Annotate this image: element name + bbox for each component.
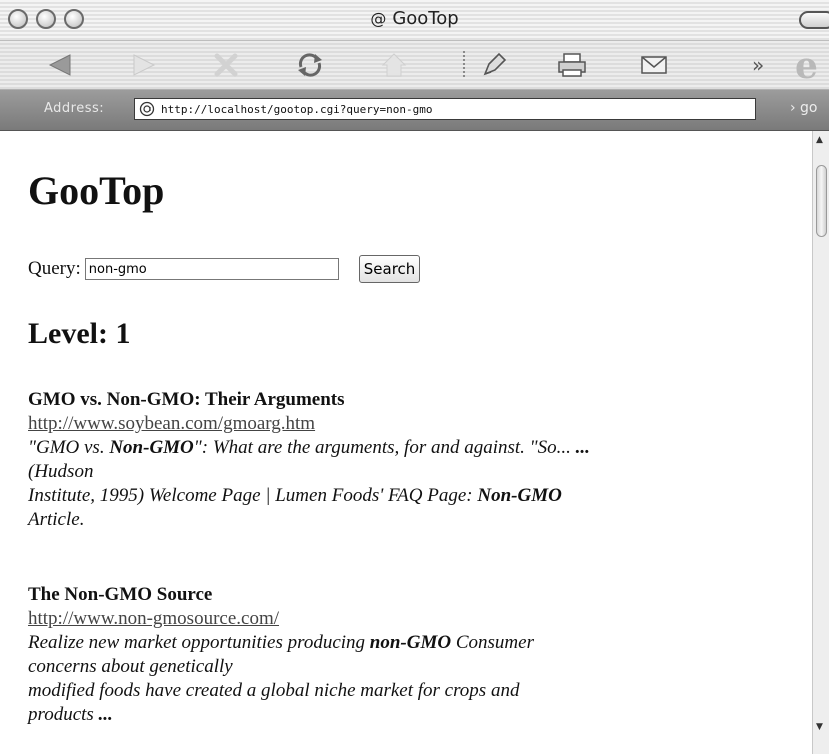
go-button[interactable]: › go bbox=[790, 100, 818, 116]
back-button[interactable] bbox=[40, 47, 80, 83]
page-favicon-icon bbox=[139, 101, 155, 117]
browser-logo-icon: e bbox=[795, 45, 818, 87]
back-icon bbox=[48, 54, 71, 76]
page-title: GooTop bbox=[28, 168, 165, 213]
snippet-text: "GMO vs. bbox=[28, 437, 110, 458]
scroll-down-arrow-icon[interactable]: ▼ bbox=[816, 722, 823, 732]
snippet-text: modified foods have created a global nic… bbox=[28, 680, 520, 701]
scroll-up-arrow-icon[interactable]: ▲ bbox=[816, 135, 823, 145]
search-button[interactable]: Search bbox=[358, 255, 421, 283]
snippet-highlight: non-GMO bbox=[369, 632, 452, 653]
snippet-text: ": What are the arguments, for and again… bbox=[193, 437, 576, 458]
window-title-text: GooTop bbox=[392, 8, 459, 29]
address-label: Address: bbox=[44, 101, 105, 116]
snippet-text: products bbox=[28, 704, 99, 725]
address-field[interactable] bbox=[134, 98, 756, 120]
page-content: GooTop Query: Search Level: 1 GMO vs. No… bbox=[0, 131, 812, 754]
toolbar-separator bbox=[463, 51, 465, 79]
browser-toolbar: » e bbox=[0, 41, 829, 90]
snippet-text: (Hudson bbox=[28, 461, 94, 482]
snippet-text: concerns about genetically bbox=[28, 656, 233, 677]
autofill-icon bbox=[483, 52, 507, 76]
result-snippet: "GMO vs. Non-GMO": What are the argument… bbox=[28, 436, 798, 532]
refresh-button[interactable] bbox=[290, 47, 330, 83]
stop-button[interactable] bbox=[206, 47, 246, 83]
level-heading: Level: 1 bbox=[28, 317, 131, 350]
refresh-icon bbox=[298, 53, 322, 77]
print-icon bbox=[558, 53, 586, 77]
snippet-highlight: ... bbox=[98, 704, 113, 725]
forward-icon bbox=[133, 54, 156, 76]
autofill-button[interactable] bbox=[474, 47, 514, 83]
snippet-highlight: Non-GMO bbox=[109, 437, 194, 458]
result-snippet: Realize new market opportunities produci… bbox=[28, 631, 798, 727]
result-link[interactable]: http://www.non-gmosource.com/ bbox=[28, 607, 798, 631]
toolbar-toggle-button[interactable] bbox=[799, 11, 829, 29]
forward-button[interactable] bbox=[124, 47, 164, 83]
stop-icon bbox=[214, 53, 238, 77]
mail-button[interactable] bbox=[634, 47, 674, 83]
address-input[interactable] bbox=[161, 102, 741, 116]
query-label: Query: bbox=[28, 258, 81, 279]
snippet-text: Article. bbox=[28, 509, 85, 530]
print-button[interactable] bbox=[552, 47, 592, 83]
result-link[interactable]: http://www.soybean.com/gmoarg.htm bbox=[28, 412, 798, 436]
scroll-thumb[interactable] bbox=[816, 165, 827, 237]
result-title: GMO vs. Non-GMO: Their Arguments bbox=[28, 389, 345, 410]
home-icon bbox=[381, 53, 407, 77]
toolbar-overflow-icon[interactable]: » bbox=[752, 53, 764, 77]
address-bar: Address: › go bbox=[0, 90, 829, 131]
snippet-highlight: ... bbox=[575, 437, 590, 458]
result-title: The Non-GMO Source bbox=[28, 584, 213, 605]
site-icon: @ bbox=[370, 9, 387, 28]
snippet-text: Realize new market opportunities produci… bbox=[28, 632, 370, 653]
mail-icon bbox=[641, 56, 667, 74]
snippet-text: Institute, 1995) Welcome Page | Lumen Fo… bbox=[28, 485, 478, 506]
query-input[interactable] bbox=[84, 258, 339, 280]
result-item: GMO vs. Non-GMO: Their Arguments http://… bbox=[28, 388, 798, 532]
snippet-text: Consumer bbox=[451, 632, 534, 653]
result-item: The Non-GMO Source http://www.non-gmosou… bbox=[28, 583, 798, 727]
snippet-highlight: Non-GMO bbox=[477, 485, 562, 506]
title-bar: @ GooTop bbox=[0, 0, 829, 41]
search-form: Query: Search bbox=[28, 255, 421, 283]
window-title: @ GooTop bbox=[0, 8, 829, 29]
vertical-scrollbar[interactable]: ▲ ▼ bbox=[812, 131, 829, 754]
home-button[interactable] bbox=[374, 47, 414, 83]
